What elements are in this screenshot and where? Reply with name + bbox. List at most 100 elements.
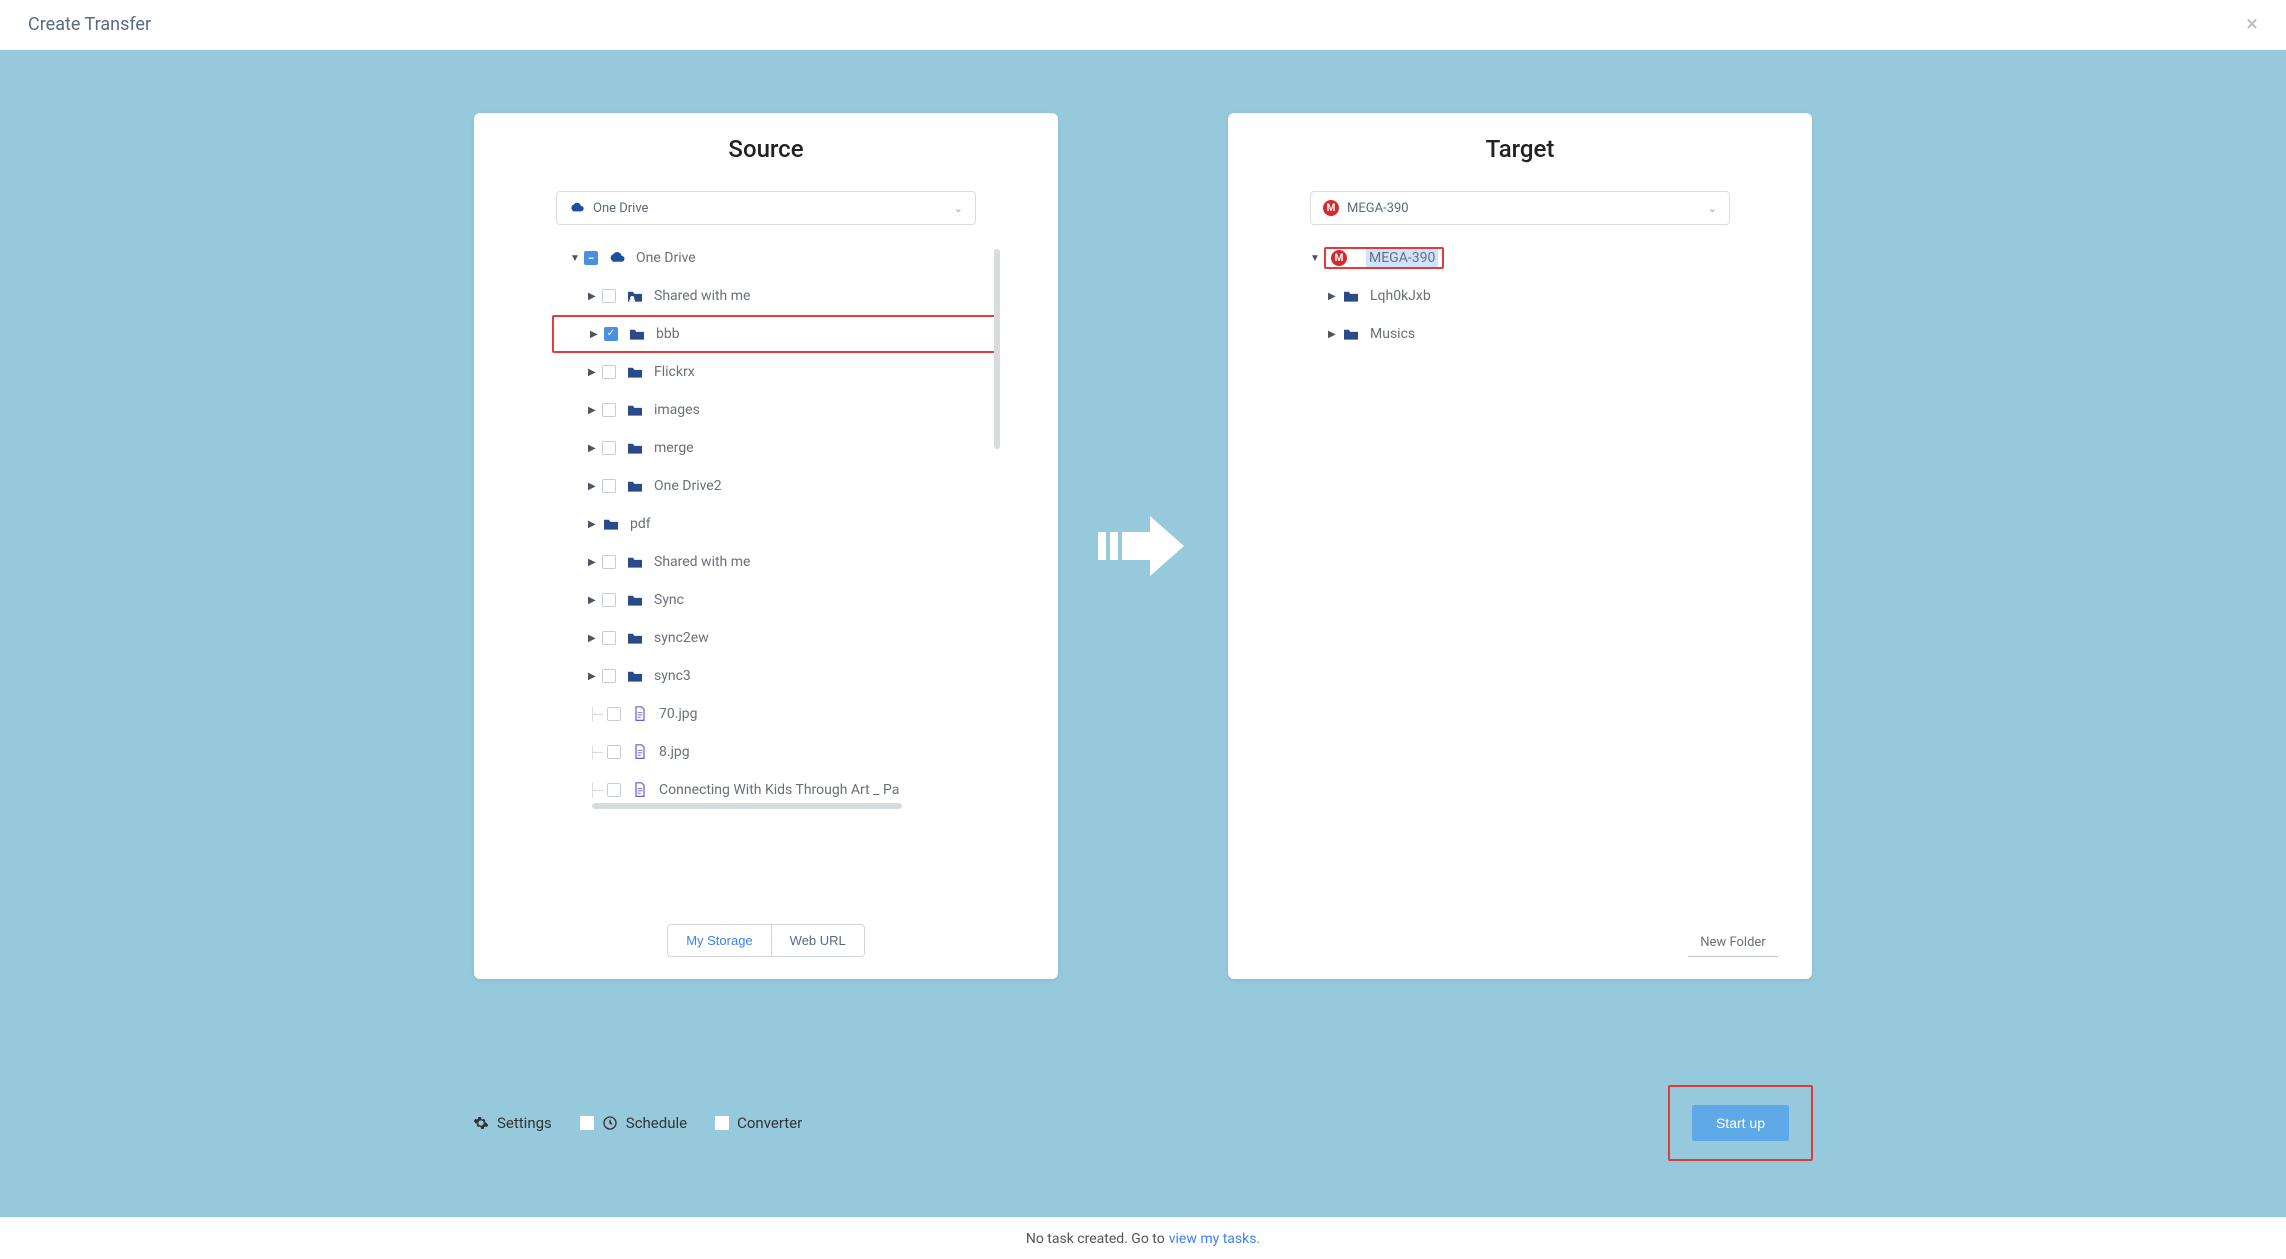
checkbox[interactable] <box>602 479 616 493</box>
tree-line: ├─ <box>588 745 601 759</box>
tree-item[interactable]: ▶ Shared with me <box>552 543 1000 581</box>
target-tree: ▼ M MEGA-390 ▶ Lqh0kJxb ▶ <box>1292 239 1754 923</box>
checkbox[interactable] <box>602 631 616 645</box>
settings-option[interactable]: Settings <box>473 1114 552 1132</box>
footer-text: No task created. Go to <box>1026 1231 1165 1247</box>
checkbox[interactable] <box>602 289 616 303</box>
tree-file[interactable]: ├─ 70.jpg <box>552 695 1000 733</box>
settings-label: Settings <box>497 1114 552 1132</box>
folder-icon <box>626 631 644 645</box>
tree-file-label: 8.jpg <box>659 744 690 760</box>
scrollbar[interactable] <box>994 249 1000 449</box>
tree-item-label: Flickrx <box>654 364 695 380</box>
checkbox[interactable] <box>607 783 621 797</box>
source-selector[interactable]: One Drive ⌄ <box>556 191 976 225</box>
tree-item[interactable]: ▶ pdf <box>552 505 1000 543</box>
source-tree: ▼ One Drive ▶ <box>552 239 1000 910</box>
schedule-option[interactable]: Schedule <box>580 1114 687 1132</box>
checkbox[interactable] <box>602 403 616 417</box>
tree-item[interactable]: ▶ One Drive2 <box>552 467 1000 505</box>
file-icon <box>631 707 649 721</box>
caret-down-icon[interactable]: ▼ <box>570 253 580 264</box>
caret-right-icon[interactable]: ▶ <box>588 633 598 644</box>
folder-icon <box>626 669 644 683</box>
checkbox[interactable] <box>602 669 616 683</box>
tree-item[interactable]: ▶ merge <box>552 429 1000 467</box>
checkbox-checked[interactable] <box>604 327 618 341</box>
tree-item[interactable]: ▶ Flickrx <box>552 353 1000 391</box>
tree-item[interactable]: ▶ Musics <box>1292 315 1754 353</box>
caret-right-icon[interactable]: ▶ <box>588 291 598 302</box>
shared-folder-icon <box>626 289 644 303</box>
folder-icon <box>626 555 644 569</box>
start-button[interactable]: Start up <box>1692 1105 1789 1141</box>
tab-my-storage[interactable]: My Storage <box>668 925 770 956</box>
caret-right-icon[interactable]: ▶ <box>588 367 598 378</box>
options-row: Settings Schedule Converter Start up <box>473 1085 1813 1161</box>
start-highlight: Start up <box>1668 1085 1813 1161</box>
tree-file-label: 70.jpg <box>659 706 698 722</box>
checkbox[interactable] <box>580 1116 594 1130</box>
folder-icon <box>626 479 644 493</box>
tree-item[interactable]: ▶ Shared with me <box>552 277 1000 315</box>
tree-item[interactable]: ▶ sync3 <box>552 657 1000 695</box>
footer-link[interactable]: view my tasks. <box>1169 1231 1260 1247</box>
caret-right-icon[interactable]: ▶ <box>1328 291 1338 302</box>
caret-right-icon[interactable]: ▶ <box>588 595 598 606</box>
tree-file[interactable]: ├─ 8.jpg <box>552 733 1000 771</box>
tree-item-label: sync2ew <box>654 630 709 646</box>
tree-item-label: images <box>654 402 700 418</box>
tree-item[interactable]: ▶ sync2ew <box>552 619 1000 657</box>
transfer-arrow <box>1058 113 1228 979</box>
tree-root[interactable]: ▼ One Drive <box>552 239 1000 277</box>
checkbox[interactable] <box>602 593 616 607</box>
checkbox[interactable] <box>602 365 616 379</box>
caret-right-icon[interactable]: ▶ <box>588 557 598 568</box>
mega-icon: M <box>1323 200 1339 216</box>
file-icon <box>631 783 649 797</box>
source-title: Source <box>494 135 1038 163</box>
target-title: Target <box>1248 135 1792 163</box>
horizontal-scrollbar[interactable] <box>592 803 902 809</box>
caret-right-icon[interactable]: ▶ <box>588 519 598 530</box>
checkbox[interactable] <box>715 1116 729 1130</box>
folder-icon <box>1342 289 1360 303</box>
folder-icon <box>626 365 644 379</box>
arrow-right-icon <box>1098 506 1188 586</box>
target-panel: Target M MEGA-390 ⌄ ▼ M MEGA-390 <box>1228 113 1812 979</box>
tree-item[interactable]: ▶ images <box>552 391 1000 429</box>
page-title: Create Transfer <box>28 14 151 35</box>
caret-right-icon[interactable]: ▶ <box>588 443 598 454</box>
target-selector-label: MEGA-390 <box>1347 201 1409 216</box>
onedrive-icon <box>569 200 585 216</box>
caret-right-icon[interactable]: ▶ <box>588 405 598 416</box>
checkbox[interactable] <box>602 441 616 455</box>
folder-icon <box>626 441 644 455</box>
caret-right-icon[interactable]: ▶ <box>1328 329 1338 340</box>
checkbox[interactable] <box>607 707 621 721</box>
tree-item-label: sync3 <box>654 668 691 684</box>
close-icon[interactable]: × <box>2246 12 2258 37</box>
gear-icon <box>473 1115 489 1131</box>
checkbox[interactable] <box>607 745 621 759</box>
tab-web-url[interactable]: Web URL <box>771 925 864 956</box>
caret-right-icon[interactable]: ▶ <box>588 671 598 682</box>
clock-icon <box>602 1115 618 1131</box>
tree-root[interactable]: ▼ M MEGA-390 <box>1292 239 1754 277</box>
footer: No task created. Go to view my tasks. <box>0 1217 2286 1259</box>
tree-item-label: Shared with me <box>654 288 750 304</box>
caret-right-icon[interactable]: ▶ <box>588 481 598 492</box>
checkbox[interactable] <box>602 555 616 569</box>
target-selector[interactable]: M MEGA-390 ⌄ <box>1310 191 1730 225</box>
new-folder-button[interactable]: New Folder <box>1688 931 1778 957</box>
tree-item[interactable]: ▶ Lqh0kJxb <box>1292 277 1754 315</box>
source-tabs: My Storage Web URL <box>494 910 1038 957</box>
tree-item-label: Lqh0kJxb <box>1370 288 1431 304</box>
tree-item-highlighted[interactable]: ▶ bbb <box>552 315 1000 353</box>
header-bar: Create Transfer × <box>0 0 2286 50</box>
caret-down-icon[interactable]: ▼ <box>1310 253 1320 264</box>
tree-item[interactable]: ▶ Sync <box>552 581 1000 619</box>
caret-right-icon[interactable]: ▶ <box>590 329 600 340</box>
checkbox[interactable] <box>584 251 598 265</box>
converter-option[interactable]: Converter <box>715 1114 802 1132</box>
